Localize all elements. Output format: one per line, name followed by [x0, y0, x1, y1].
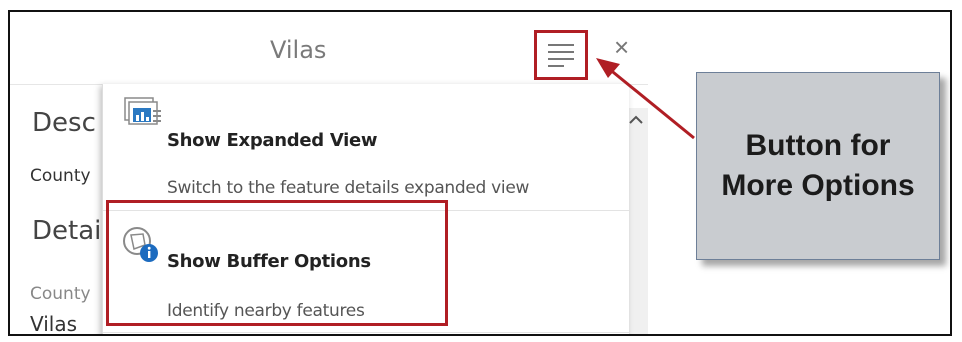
- callout-line-2: More Options: [721, 169, 915, 202]
- screenshot-frame: Vilas × Desc County Detai County Vilas S…: [8, 10, 952, 336]
- callout-text: Button for More Options: [721, 126, 914, 206]
- callout-line-1: Button for: [745, 129, 891, 162]
- callout-box: Button for More Options: [696, 72, 940, 260]
